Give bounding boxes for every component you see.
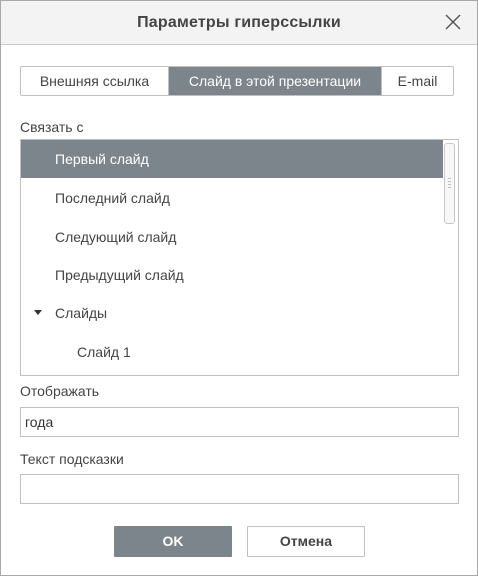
- tree-item-first-slide[interactable]: Первый слайд: [21, 140, 443, 178]
- cancel-button[interactable]: Отмена: [247, 526, 365, 557]
- tree-item-next-slide[interactable]: Следующий слайд: [21, 218, 443, 256]
- tooltip-text-input[interactable]: [20, 474, 459, 504]
- link-to-label: Связать с: [20, 119, 84, 135]
- tooltip-text-label: Текст подсказки: [20, 451, 124, 467]
- slide-tree-list[interactable]: Первый слайд Последний слайд Следующий с…: [20, 139, 459, 376]
- display-text-input[interactable]: [20, 407, 459, 437]
- tree-item-label: Слайды: [55, 305, 108, 321]
- dialog-title: Параметры гиперссылки: [137, 14, 341, 31]
- display-label: Отображать: [20, 383, 100, 399]
- scrollbar-grip-line: [448, 178, 451, 179]
- ok-button[interactable]: OK: [114, 526, 232, 557]
- tree-item-slides-group[interactable]: Слайды: [21, 294, 443, 332]
- tree-item-last-slide[interactable]: Последний слайд: [21, 179, 443, 217]
- hyperlink-settings-dialog: Параметры гиперссылки Внешняя ссылка Сла…: [0, 0, 478, 576]
- tab-email[interactable]: E-mail: [382, 67, 453, 95]
- tree-scrollbar-thumb[interactable]: [444, 143, 455, 224]
- dialog-titlebar: Параметры гиперссылки: [1, 1, 477, 45]
- scrollbar-grip-line: [448, 187, 451, 188]
- scrollbar-grip-line: [448, 184, 451, 185]
- tree-item-slide-1[interactable]: Слайд 1: [21, 333, 443, 371]
- scrollbar-grip-line: [448, 181, 451, 182]
- close-icon[interactable]: [444, 13, 462, 31]
- link-type-tabs: Внешняя ссылка Слайд в этой презентации …: [20, 66, 454, 96]
- tab-external-link[interactable]: Внешняя ссылка: [21, 67, 169, 95]
- tab-slide-in-presentation[interactable]: Слайд в этой презентации: [169, 67, 382, 95]
- caret-down-icon[interactable]: [34, 310, 42, 315]
- tree-item-previous-slide[interactable]: Предыдущий слайд: [21, 256, 443, 294]
